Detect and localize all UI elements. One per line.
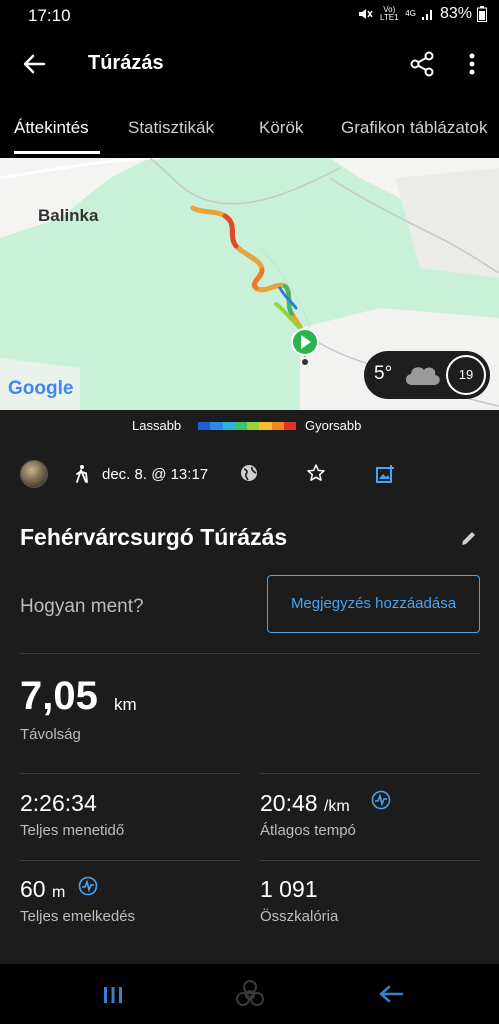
nav-back-icon[interactable] (378, 984, 404, 1004)
avg-pace-number: 20:48 (260, 790, 318, 816)
active-tab-indicator (14, 151, 100, 154)
add-note-button[interactable]: Megjegyzés hozzáadása (267, 575, 480, 633)
status-time: 17:10 (28, 6, 71, 25)
how-did-it-go-label: Hogyan ment? (20, 596, 144, 617)
elevation-label: Teljes emelkedés (20, 908, 136, 925)
activity-name: Fehérvárcsurgó Túrázás (20, 524, 288, 550)
distance-unit: km (114, 695, 137, 714)
elevation-unit: m (51, 884, 66, 901)
divider (20, 860, 240, 861)
system-nav-bar (0, 964, 499, 1024)
network-label: 4G (405, 9, 416, 18)
star-icon[interactable] (306, 463, 326, 483)
tab-overview[interactable]: Áttekintés (14, 118, 89, 138)
cloud-icon (405, 367, 440, 385)
battery-icon (477, 6, 487, 22)
signal-label: Vo) LTE1 (380, 5, 399, 22)
legend-color-7 (271, 422, 284, 430)
globe-icon[interactable] (240, 464, 258, 482)
legend-slow-label: Lassabb (132, 418, 182, 433)
avatar[interactable] (20, 460, 48, 488)
share-icon (410, 51, 434, 77)
distance-value: 7,05 (20, 674, 98, 718)
legend-color-5 (247, 422, 260, 430)
status-icons: Vo) LTE1 4G 83% (357, 5, 487, 23)
share-button[interactable] (406, 48, 438, 80)
weather-badge[interactable]: 5° 19 (364, 351, 490, 399)
mute-icon (359, 9, 373, 19)
legend-color-3 (222, 422, 235, 430)
arrow-left-icon (23, 54, 46, 74)
total-time-label: Teljes menetidő (20, 822, 125, 839)
legend-color-2 (210, 422, 223, 430)
calories-label: Összkalória (260, 908, 339, 925)
elevation-number: 60 (20, 876, 46, 902)
avg-pace-unit: /km (323, 798, 350, 815)
legend-fast-label: Gyorsabb (305, 418, 362, 433)
activity-details: dec. 8. @ 13:17 Fehérvárcsurgó Túrázás H… (0, 442, 499, 964)
legend-color-8 (283, 422, 296, 430)
tab-charts[interactable]: Grafikon táblázatok (341, 118, 487, 138)
divider (260, 860, 480, 861)
more-options-button[interactable] (458, 48, 486, 80)
weather-temperature: 5° (374, 363, 393, 384)
tab-laps[interactable]: Körök (259, 118, 303, 138)
avg-pace-label: Átlagos tempó (260, 822, 356, 839)
tab-statistics[interactable]: Statisztikák (128, 118, 214, 138)
battery-percent: 83% (439, 5, 472, 22)
signal-icon (421, 10, 432, 20)
distance-label: Távolság (20, 726, 81, 743)
calories-value: 1 091 (260, 876, 318, 902)
back-button[interactable] (18, 48, 50, 80)
pencil-icon[interactable] (460, 529, 478, 547)
tab-bar: Áttekintés Statisztikák Körök Grafikon t… (0, 96, 499, 158)
map-place-label: Balinka (38, 206, 99, 225)
route-map[interactable]: Balinka Google 5° 19 (0, 158, 499, 410)
elevation-value: 60 m (20, 876, 65, 903)
page-title: Túrázás (88, 52, 164, 74)
pulse-icon[interactable] (78, 876, 98, 896)
pace-legend: Lassabb Gyorsabb (0, 410, 499, 442)
recent-apps-icon[interactable] (103, 986, 123, 1004)
divider (20, 653, 480, 654)
legend-color-1 (198, 422, 211, 430)
more-vertical-icon (469, 53, 475, 75)
pulse-icon[interactable] (371, 790, 391, 810)
avg-pace-value: 20:48 /km (260, 790, 350, 817)
total-time-value: 2:26:34 (20, 790, 97, 816)
divider (20, 773, 240, 774)
google-logo: Google (8, 378, 74, 399)
legend-color-bar (198, 422, 296, 430)
app-bar: Túrázás (0, 32, 499, 96)
add-photo-icon[interactable] (375, 464, 395, 484)
home-biohazard-icon[interactable] (233, 978, 267, 1012)
status-bar: 17:10 Vo) LTE1 4G 83% (0, 0, 499, 32)
legend-color-4 (234, 422, 247, 430)
activity-meta-row: dec. 8. @ 13:17 (0, 442, 499, 506)
activity-date: dec. 8. @ 13:17 (102, 466, 209, 483)
wind-speed-indicator: 19 (446, 355, 486, 395)
divider (260, 773, 480, 774)
hiking-icon (76, 465, 88, 483)
legend-color-6 (259, 422, 272, 430)
